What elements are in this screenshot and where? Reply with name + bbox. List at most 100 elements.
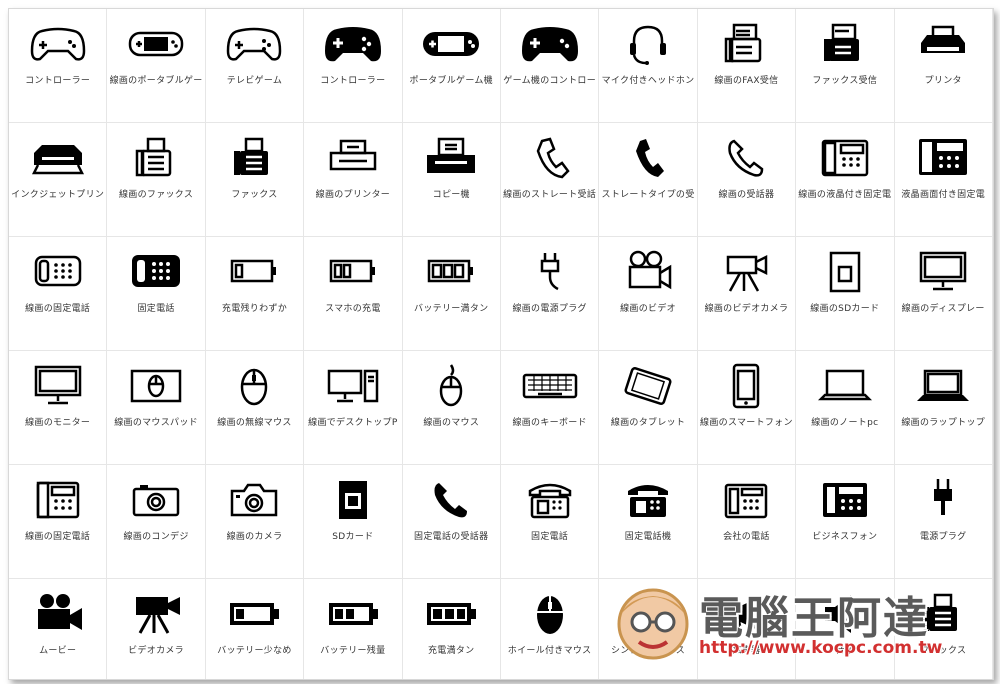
sd-card-outline-icon — [815, 249, 875, 293]
battery-low-solid-icon — [224, 591, 284, 635]
icon-tile[interactable]: 拡声器 — [698, 579, 797, 679]
icon-tile[interactable]: ファックス — [205, 123, 305, 237]
icon-tile[interactable]: 充電残りわずか — [205, 237, 305, 351]
handset-icon — [421, 477, 481, 521]
icon-tile[interactable]: 線画のカメラ — [205, 465, 305, 579]
icon-tile[interactable]: バッテリー満タン — [402, 237, 501, 351]
icon-tile[interactable]: 線画の電源プラグ — [500, 237, 600, 351]
icon-label: 固定電話の受話器 — [414, 532, 489, 542]
icon-label: コピー機 — [432, 190, 470, 200]
icon-tile[interactable]: コピー機 — [402, 123, 501, 237]
landline-outline-icon — [520, 477, 580, 521]
icon-tile[interactable]: 充電満タン — [403, 579, 501, 679]
plug-outline-icon — [520, 249, 580, 293]
icon-tile[interactable]: 音量 — [796, 579, 895, 679]
icon-tile[interactable]: 線画のタブレット — [599, 351, 698, 465]
tablet-outline-icon — [618, 363, 678, 407]
icon-label: 線画のマウス — [423, 418, 480, 428]
icon-label: 充電残りわずか — [221, 304, 288, 314]
icon-label: 線画のコンデジ — [123, 532, 189, 542]
icon-label: ファックス — [231, 190, 278, 200]
icon-tile[interactable]: 固定電話 — [500, 465, 600, 579]
icon-label: 充電満タン — [427, 646, 475, 656]
monitor-outline-icon — [28, 363, 88, 407]
icon-tile[interactable]: ファックス受信 — [796, 9, 895, 123]
icon-tile[interactable]: バッテリー少なめ — [206, 579, 305, 679]
icon-tile[interactable]: テレビゲーム — [205, 9, 305, 123]
icon-tile[interactable]: スマホの充電 — [304, 237, 403, 351]
icon-tile[interactable]: 線画のSDカード — [796, 237, 895, 351]
video-camera-tripod-outline-icon — [716, 249, 776, 293]
battery-mid-solid-icon — [323, 591, 383, 635]
icon-tile[interactable]: 電源プラグ — [894, 465, 993, 579]
icon-tile[interactable]: マイク付きヘッドホン — [599, 9, 698, 123]
icon-label: 線画のスマートフォン — [700, 418, 793, 428]
desk-phone-outline-icon — [28, 249, 88, 293]
icon-tile[interactable]: 会社の電話 — [697, 465, 797, 579]
icon-label: 線画の固定電話 — [25, 304, 91, 314]
icon-tile[interactable]: 線画のビデオカメラ — [697, 237, 797, 351]
icon-label: ポータブルゲーム機 — [409, 76, 493, 86]
icon-tile[interactable]: 線画のマウス — [402, 351, 501, 465]
icon-tile[interactable]: シンプルなマウス — [599, 579, 698, 679]
icon-tile[interactable]: 線画のキーボード — [500, 351, 600, 465]
icon-tile[interactable]: 線画の固定電話 — [9, 237, 108, 351]
icon-tile[interactable]: コントローラー — [9, 9, 108, 123]
notebook-pc-outline-icon — [815, 363, 875, 407]
portable-game-outline-icon — [126, 21, 186, 65]
icon-tile[interactable]: 線画のプリンター — [304, 123, 403, 237]
icon-tile[interactable]: 線画のファックス — [107, 123, 206, 237]
camera-outline-icon — [224, 477, 284, 521]
icon-label: 線画のSDカード — [810, 304, 880, 314]
icon-tile[interactable]: 線画のモニター — [9, 351, 108, 465]
icon-tile[interactable]: 線画のラップトップ — [894, 351, 993, 465]
icon-tile[interactable]: ストレートタイプの受 — [599, 123, 698, 237]
business-phone-icon — [815, 477, 875, 521]
icon-tile[interactable]: 線画の固定電話 — [9, 465, 108, 579]
icon-label: ストレートタイプの受 — [601, 190, 695, 200]
icon-label: 固定電話 — [531, 532, 569, 542]
icon-label: スマホの充電 — [325, 304, 381, 314]
icon-tile[interactable]: プリンタ — [894, 9, 993, 123]
icon-tile[interactable]: ポータブルゲーム機 — [402, 9, 501, 123]
icon-tile[interactable]: 固定電話機 — [599, 465, 698, 579]
icon-tile[interactable]: 線画のポータブルゲー — [107, 9, 206, 123]
icon-label: バッテリー残量 — [320, 646, 386, 656]
icon-label: 線画の液晶付き固定電 — [798, 190, 892, 200]
icon-tile[interactable]: ファックス — [895, 579, 993, 679]
battery-full-solid-icon — [421, 591, 481, 635]
icon-tile[interactable]: ムービー — [9, 579, 108, 679]
icon-tile[interactable]: 固定電話 — [107, 237, 206, 351]
icon-tile[interactable]: 線画のディスプレー — [894, 237, 993, 351]
icon-tile[interactable]: 線画の液晶付き固定電 — [796, 123, 895, 237]
icon-tile[interactable]: 線画のスマートフォン — [697, 351, 797, 465]
icon-label: 固定電話機 — [624, 532, 672, 542]
icon-label: シンプルなマウス — [610, 646, 686, 656]
icon-tile[interactable]: 線画でデスクトップP — [304, 351, 403, 465]
icon-tile[interactable]: 線画の受話器 — [697, 123, 797, 237]
icon-tile[interactable]: SDカード — [304, 465, 403, 579]
icon-label: 線画のFAX受信 — [714, 76, 779, 86]
icon-tile[interactable]: 線画のFAX受信 — [697, 9, 797, 123]
icon-tile[interactable]: 固定電話の受話器 — [402, 465, 501, 579]
lcd-phone-icon — [913, 135, 973, 179]
icon-tile[interactable]: コントローラー — [304, 9, 403, 123]
icon-label: 線画の受話器 — [718, 190, 775, 200]
icon-tile[interactable]: バッテリー残量 — [304, 579, 403, 679]
icon-label: 線画でデスクトップP — [308, 418, 398, 428]
icon-tile[interactable]: 線画のコンデジ — [107, 465, 206, 579]
icon-tile[interactable]: ビジネスフォン — [796, 465, 895, 579]
icon-tile[interactable]: ビデオカメラ — [107, 579, 206, 679]
icon-tile[interactable]: 線画の無線マウス — [205, 351, 305, 465]
icon-tile[interactable]: 線画のマウスパッド — [107, 351, 206, 465]
mousepad-outline-icon — [126, 363, 186, 407]
icon-tile[interactable]: 線画のストレート受話 — [500, 123, 600, 237]
icon-tile[interactable]: 液晶画面付き固定電 — [894, 123, 993, 237]
icon-tile[interactable]: 線画のビデオ — [599, 237, 698, 351]
icon-tile[interactable]: 線画のノートpc — [796, 351, 895, 465]
icon-label: 線画のファックス — [119, 190, 194, 200]
icon-tile[interactable]: ゲーム機のコントロー — [500, 9, 600, 123]
icon-tile[interactable]: ホイール付きマウス — [501, 579, 600, 679]
icon-tile[interactable]: インクジェットプリン — [9, 123, 108, 237]
office-phone-outline-icon — [28, 477, 88, 521]
